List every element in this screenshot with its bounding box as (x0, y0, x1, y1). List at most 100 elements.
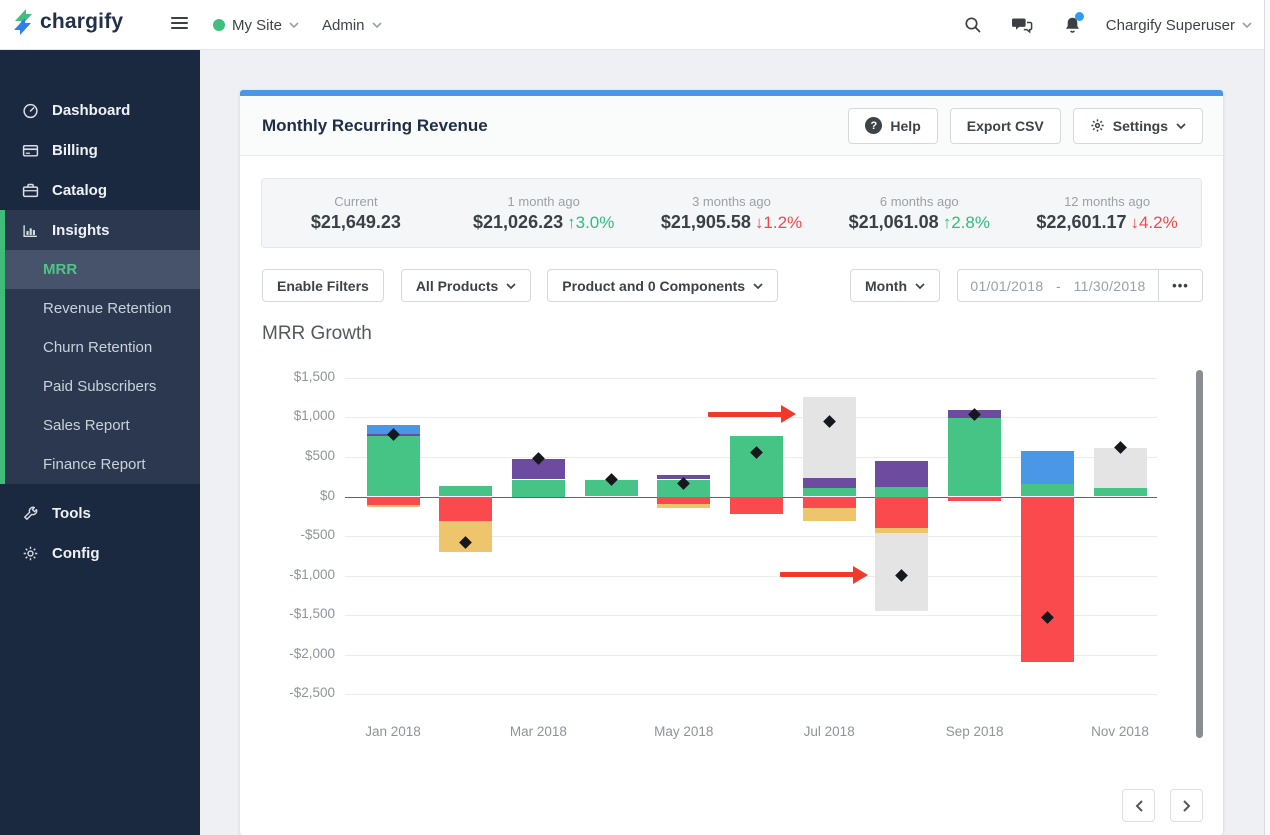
notifications-button[interactable] (1048, 0, 1098, 50)
stat-delta: ↓1.2% (754, 212, 803, 232)
export-csv-button[interactable]: Export CSV (949, 107, 1061, 144)
browser-scrollbar-track[interactable] (1264, 0, 1270, 835)
x-axis-label: Sep 2018 (945, 724, 1004, 739)
hamburger-menu-icon[interactable] (171, 17, 188, 32)
bar-segment-red[interactable] (1020, 496, 1074, 662)
notification-badge (1074, 12, 1084, 21)
chart-scrollbar[interactable] (1196, 370, 1203, 738)
chevron-down-icon (753, 282, 763, 289)
enable-filters-button[interactable]: Enable Filters (262, 269, 384, 302)
card-header: Monthly Recurring Revenue ? Help Export … (240, 96, 1223, 156)
up-arrow-icon: ↑ (942, 212, 952, 232)
interval-dropdown[interactable]: Month (850, 269, 940, 302)
date-range-field[interactable]: 01/01/2018 - 11/30/2018 (958, 278, 1158, 294)
bar-segment-purple[interactable] (875, 460, 929, 487)
bar-segment-red[interactable] (366, 496, 420, 506)
mrr-growth-plot: Jan 2018 Mar 2018 May 2018 Jul 2018 Sep 2018… (345, 368, 1157, 768)
y-tick-label: -$1,000 (289, 566, 335, 582)
date-start: 01/01/2018 (970, 277, 1044, 294)
bar-segment-green[interactable] (730, 436, 783, 497)
sidebar-item-catalog[interactable]: Catalog (0, 170, 200, 210)
sidebar-item-insights[interactable]: Insights (0, 210, 200, 250)
y-tick-label: -$2,000 (289, 645, 335, 661)
messages-button[interactable] (998, 0, 1048, 50)
sidebar-item-sales-report[interactable]: Sales Report (0, 406, 200, 445)
search-icon (965, 17, 981, 33)
components-dropdown[interactable]: Product and 0 Components (547, 269, 779, 302)
chevron-down-icon (915, 282, 925, 289)
bar-segment-green[interactable] (511, 479, 565, 497)
user-menu[interactable]: Chargify Superuser (1098, 0, 1270, 50)
sidebar-item-finance-report[interactable]: Finance Report (0, 445, 200, 484)
active-section-indicator (0, 210, 5, 484)
sidebar-item-revenue-retention[interactable]: Revenue Retention (0, 289, 200, 328)
bar-segment-gray[interactable] (802, 397, 856, 478)
sidebar-item-dashboard[interactable]: Dashboard (0, 90, 200, 130)
chevron-down-icon (1242, 22, 1252, 28)
stat-12-months-ago: 12 months ago $22,601.17 ↓4.2% (1013, 179, 1201, 247)
bar-segment-green[interactable] (1093, 488, 1147, 497)
bar-segment-green[interactable] (366, 435, 420, 497)
bar-segment-yellow[interactable] (657, 503, 711, 508)
products-dropdown[interactable]: All Products (400, 269, 532, 302)
stat-value: $21,649.23 (310, 211, 401, 232)
stat-delta: ↑3.0% (567, 212, 615, 232)
sidebar-item-billing[interactable]: Billing (0, 130, 200, 170)
user-menu-label: Chargify Superuser (1105, 16, 1235, 34)
settings-button[interactable]: Settings (1072, 107, 1203, 144)
bar-segment-green[interactable] (802, 488, 856, 497)
stat-label: 3 months ago (692, 193, 771, 209)
bar-segment-red[interactable] (730, 496, 783, 514)
sidebar-item-churn-retention[interactable]: Churn Retention (0, 328, 200, 367)
bar-segment-purple[interactable] (802, 477, 856, 489)
site-status-dot (213, 19, 225, 31)
sidebar-item-paid-subscribers[interactable]: Paid Subscribers (0, 367, 200, 406)
date-range-control: 01/01/2018 - 11/30/2018 ••• (957, 269, 1203, 302)
stat-delta: ↓4.2% (1130, 212, 1178, 232)
site-selector-menu[interactable]: My Site (213, 0, 299, 50)
bar-segment-green[interactable] (439, 486, 493, 497)
settings-button-label: Settings (1112, 117, 1168, 134)
y-tick-label: $1,500 (293, 368, 335, 384)
sidebar-item-tools[interactable]: Tools (0, 493, 200, 533)
x-axis-label: Mar 2018 (509, 724, 567, 739)
chargify-logo[interactable]: chargify (12, 9, 123, 35)
bar-segment-green[interactable] (875, 487, 929, 497)
bar-segment-green[interactable] (1020, 483, 1074, 497)
next-page-button[interactable] (1170, 789, 1203, 822)
y-tick-label: -$2,500 (289, 685, 335, 701)
gear-icon (22, 545, 39, 562)
bar-segment-red[interactable] (875, 496, 929, 529)
sidebar-item-label: Billing (52, 141, 98, 159)
sidebar-item-label: Tools (52, 504, 91, 522)
sidebar-item-mrr[interactable]: MRR (0, 250, 200, 289)
bar-segment-blue[interactable] (1020, 451, 1074, 484)
up-arrow-icon: ↑ (567, 212, 576, 232)
sidebar-item-label: Dashboard (52, 101, 131, 119)
previous-page-button[interactable] (1122, 789, 1155, 822)
site-menu-label: My Site (232, 16, 283, 34)
down-arrow-icon: ↓ (1130, 212, 1140, 232)
bar-segment-red[interactable] (802, 496, 856, 508)
search-button[interactable] (948, 0, 998, 50)
y-tick-label: -$1,500 (289, 606, 335, 622)
mrr-summary-stats: Current $21,649.23 1 month ago $21,026.2… (261, 178, 1202, 248)
sidebar-item-config[interactable]: Config (0, 533, 200, 573)
help-button[interactable]: ? Help (848, 107, 938, 144)
chevron-down-icon (506, 282, 516, 289)
annotation-arrow-icon (780, 405, 796, 424)
date-range-more-button[interactable]: ••• (1158, 269, 1202, 302)
bar-segment-red[interactable] (439, 496, 493, 521)
bar-segment-yellow[interactable] (366, 505, 420, 507)
bar-segment-red[interactable] (948, 496, 1002, 501)
bar-chart-icon (22, 222, 39, 239)
x-axis-label: Jan 2018 (365, 724, 421, 739)
chevron-down-icon (289, 22, 299, 28)
enable-filters-label: Enable Filters (277, 277, 369, 294)
bar-segment-green[interactable] (948, 418, 1002, 497)
bar-segment-yellow[interactable] (802, 508, 856, 522)
stat-delta: ↑2.8% (942, 212, 990, 232)
admin-menu[interactable]: Admin (322, 0, 382, 50)
bar-segment-red[interactable] (657, 496, 711, 504)
stat-label: Current (334, 193, 378, 209)
